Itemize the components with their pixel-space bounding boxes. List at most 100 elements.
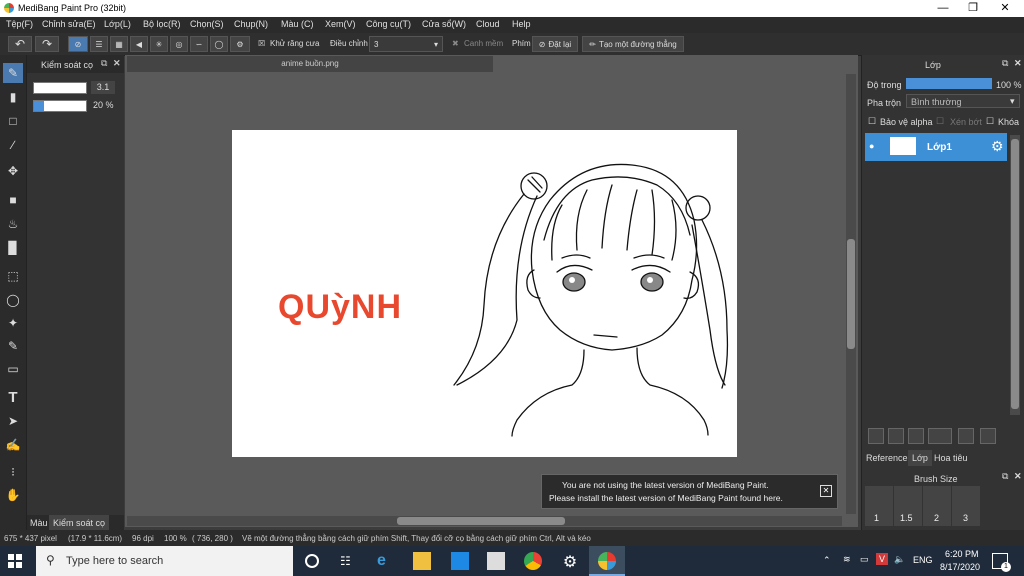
brush-size-preset[interactable]: 1.5 bbox=[894, 486, 922, 526]
blend-dropdown[interactable]: Bình thường ▾ bbox=[906, 94, 1020, 108]
maximize-button[interactable]: ❐ bbox=[958, 0, 988, 17]
smooth-checkbox[interactable]: ✖ bbox=[452, 39, 459, 48]
tab-reference[interactable]: Reference bbox=[866, 453, 908, 463]
eyedropper-tool[interactable]: ⁝ bbox=[3, 462, 23, 482]
brush-size-preset[interactable]: 2 bbox=[923, 486, 951, 526]
tab-layer[interactable]: Lớp bbox=[908, 450, 932, 466]
snap-circle-button[interactable]: ◯ bbox=[210, 36, 228, 52]
snap-concentric-button[interactable]: ◎ bbox=[170, 36, 188, 52]
select-eraser-tool[interactable]: ▭ bbox=[3, 359, 23, 379]
snap-radial-button[interactable]: ✳ bbox=[150, 36, 168, 52]
clip-checkbox[interactable]: ☐ bbox=[936, 116, 944, 127]
menu-capture[interactable]: Chụp(N) bbox=[234, 19, 268, 29]
new-layer-icon[interactable] bbox=[868, 428, 884, 444]
menu-select[interactable]: Chọn(S) bbox=[190, 19, 224, 29]
straight-line-button[interactable]: ✏ Tạo một đường thẳng bbox=[582, 36, 684, 52]
popout-icon[interactable]: ⧉ bbox=[1002, 471, 1008, 482]
edge-icon[interactable]: e bbox=[377, 552, 395, 570]
settings-gear-icon[interactable]: ⚙ bbox=[561, 552, 579, 571]
close-button[interactable]: ✕ bbox=[990, 0, 1020, 17]
layer-scrollbar[interactable] bbox=[1010, 135, 1020, 415]
volume-icon[interactable]: 🔈 bbox=[894, 554, 905, 565]
snap-grid-button[interactable]: ▦ bbox=[110, 36, 128, 52]
visibility-eye-icon[interactable]: ● bbox=[869, 141, 874, 151]
close-icon[interactable]: ✕ bbox=[113, 58, 121, 69]
menu-view[interactable]: Xem(V) bbox=[325, 19, 356, 29]
lasso-tool[interactable]: ◯ bbox=[3, 290, 23, 310]
bucket-tool[interactable]: ♨ bbox=[3, 214, 23, 234]
add-layer-dropdown-icon[interactable] bbox=[928, 428, 952, 444]
layer-settings-gear-icon[interactable]: ⚙ bbox=[991, 138, 1004, 155]
close-icon[interactable]: ✕ bbox=[1014, 471, 1022, 482]
menu-filter[interactable]: Bộ lọc(R) bbox=[143, 19, 181, 29]
protect-alpha-checkbox[interactable]: ☐ bbox=[868, 116, 876, 127]
brush-size-slider[interactable] bbox=[33, 82, 87, 94]
vertical-scroll-thumb[interactable] bbox=[847, 239, 855, 349]
mail-icon[interactable] bbox=[451, 552, 469, 570]
notification-close-icon[interactable]: ✕ bbox=[820, 485, 832, 497]
layer-row-selected[interactable]: ● Lớp1 ⚙ bbox=[865, 133, 1007, 161]
hand-tool[interactable]: ✋ bbox=[3, 485, 23, 505]
menu-tools[interactable]: Công cụ(T) bbox=[366, 19, 411, 29]
snap-settings-button[interactable]: ⚙ bbox=[230, 36, 250, 52]
popout-icon[interactable]: ⧉ bbox=[1002, 58, 1008, 69]
adjust-dropdown[interactable]: 3 ▾ bbox=[369, 36, 443, 52]
divide-tool[interactable]: ✍ bbox=[3, 435, 23, 455]
menu-file[interactable]: Tệp(F) bbox=[6, 19, 33, 29]
clock-time[interactable]: 6:20 PM bbox=[945, 549, 979, 559]
lock-checkbox[interactable]: ☐ bbox=[986, 116, 994, 127]
language-indicator[interactable]: ENG bbox=[913, 555, 933, 565]
reset-button[interactable]: ⊘ Đặt lại bbox=[532, 36, 578, 52]
update-notification[interactable]: You are not using the latest version of … bbox=[541, 474, 838, 509]
fill-rect-tool[interactable]: ■ bbox=[3, 190, 23, 210]
chrome-icon[interactable] bbox=[524, 552, 542, 570]
tab-color[interactable]: Màu bbox=[30, 518, 48, 528]
menu-edit[interactable]: Chỉnh sửa(E) bbox=[42, 19, 96, 29]
snap-curve-button[interactable]: ∽ bbox=[190, 36, 208, 52]
antivirus-icon[interactable]: V bbox=[876, 553, 888, 565]
store-icon[interactable] bbox=[487, 552, 505, 570]
medibang-taskbar-button[interactable] bbox=[589, 546, 625, 576]
shape-tool[interactable]: □ bbox=[3, 111, 23, 131]
new-halftone-layer-icon[interactable] bbox=[888, 428, 904, 444]
menu-layer[interactable]: Lớp(L) bbox=[104, 19, 131, 29]
text-tool[interactable]: T bbox=[3, 387, 23, 407]
menu-help[interactable]: Help bbox=[512, 19, 531, 29]
folder-icon[interactable] bbox=[958, 428, 974, 444]
cortana-icon[interactable] bbox=[305, 554, 319, 568]
battery-icon[interactable]: ▭ bbox=[860, 554, 869, 565]
menu-color[interactable]: Màu (C) bbox=[281, 19, 314, 29]
brush-opacity-slider[interactable] bbox=[33, 100, 87, 112]
drawing-canvas[interactable]: QUỳNH bbox=[232, 130, 737, 457]
wifi-icon[interactable]: ≋ bbox=[843, 554, 851, 565]
duplicate-layer-icon[interactable] bbox=[980, 428, 996, 444]
menu-window[interactable]: Cửa sổ(W) bbox=[422, 19, 466, 29]
undo-button[interactable]: ↶ bbox=[8, 36, 32, 52]
tab-navigator[interactable]: Hoa tiêu bbox=[934, 453, 968, 463]
snap-perspective-button[interactable]: ◀ bbox=[130, 36, 148, 52]
menu-cloud[interactable]: Cloud bbox=[476, 19, 500, 29]
brush-size-value[interactable]: 3.1 bbox=[91, 81, 115, 94]
snap-off-button[interactable]: ⊘ bbox=[68, 36, 88, 52]
redo-button[interactable]: ↷ bbox=[35, 36, 59, 52]
notification-center-icon[interactable]: 1 bbox=[992, 553, 1011, 572]
taskbar-search-box[interactable]: ⚲ Type here to search bbox=[36, 546, 293, 576]
popout-icon[interactable]: ⧉ bbox=[101, 58, 107, 69]
gradient-tool[interactable]: ▉ bbox=[3, 238, 23, 258]
import-layer-icon[interactable] bbox=[908, 428, 924, 444]
task-view-icon[interactable]: ☷ bbox=[340, 554, 351, 568]
tab-brush-control[interactable]: Kiểm soát cọ bbox=[49, 515, 110, 531]
magic-wand-tool[interactable]: ✦ bbox=[3, 313, 23, 333]
brush-tool[interactable]: ✎ bbox=[3, 63, 23, 83]
clock-date[interactable]: 8/17/2020 bbox=[940, 562, 980, 572]
select-pen-tool[interactable]: ✎ bbox=[3, 336, 23, 356]
select-tool[interactable]: ⬚ bbox=[3, 266, 23, 286]
dot-tool[interactable]: ∕ bbox=[3, 135, 23, 155]
file-explorer-icon[interactable] bbox=[413, 552, 431, 570]
antialias-checkbox[interactable]: ☒ bbox=[258, 39, 265, 48]
minimize-button[interactable]: — bbox=[928, 0, 958, 17]
eraser-tool[interactable]: ▮ bbox=[3, 87, 23, 107]
document-tab[interactable]: anime buồn.png bbox=[127, 56, 493, 72]
brush-size-preset[interactable]: 1 bbox=[865, 486, 893, 526]
horizontal-scroll-thumb[interactable] bbox=[397, 517, 565, 525]
